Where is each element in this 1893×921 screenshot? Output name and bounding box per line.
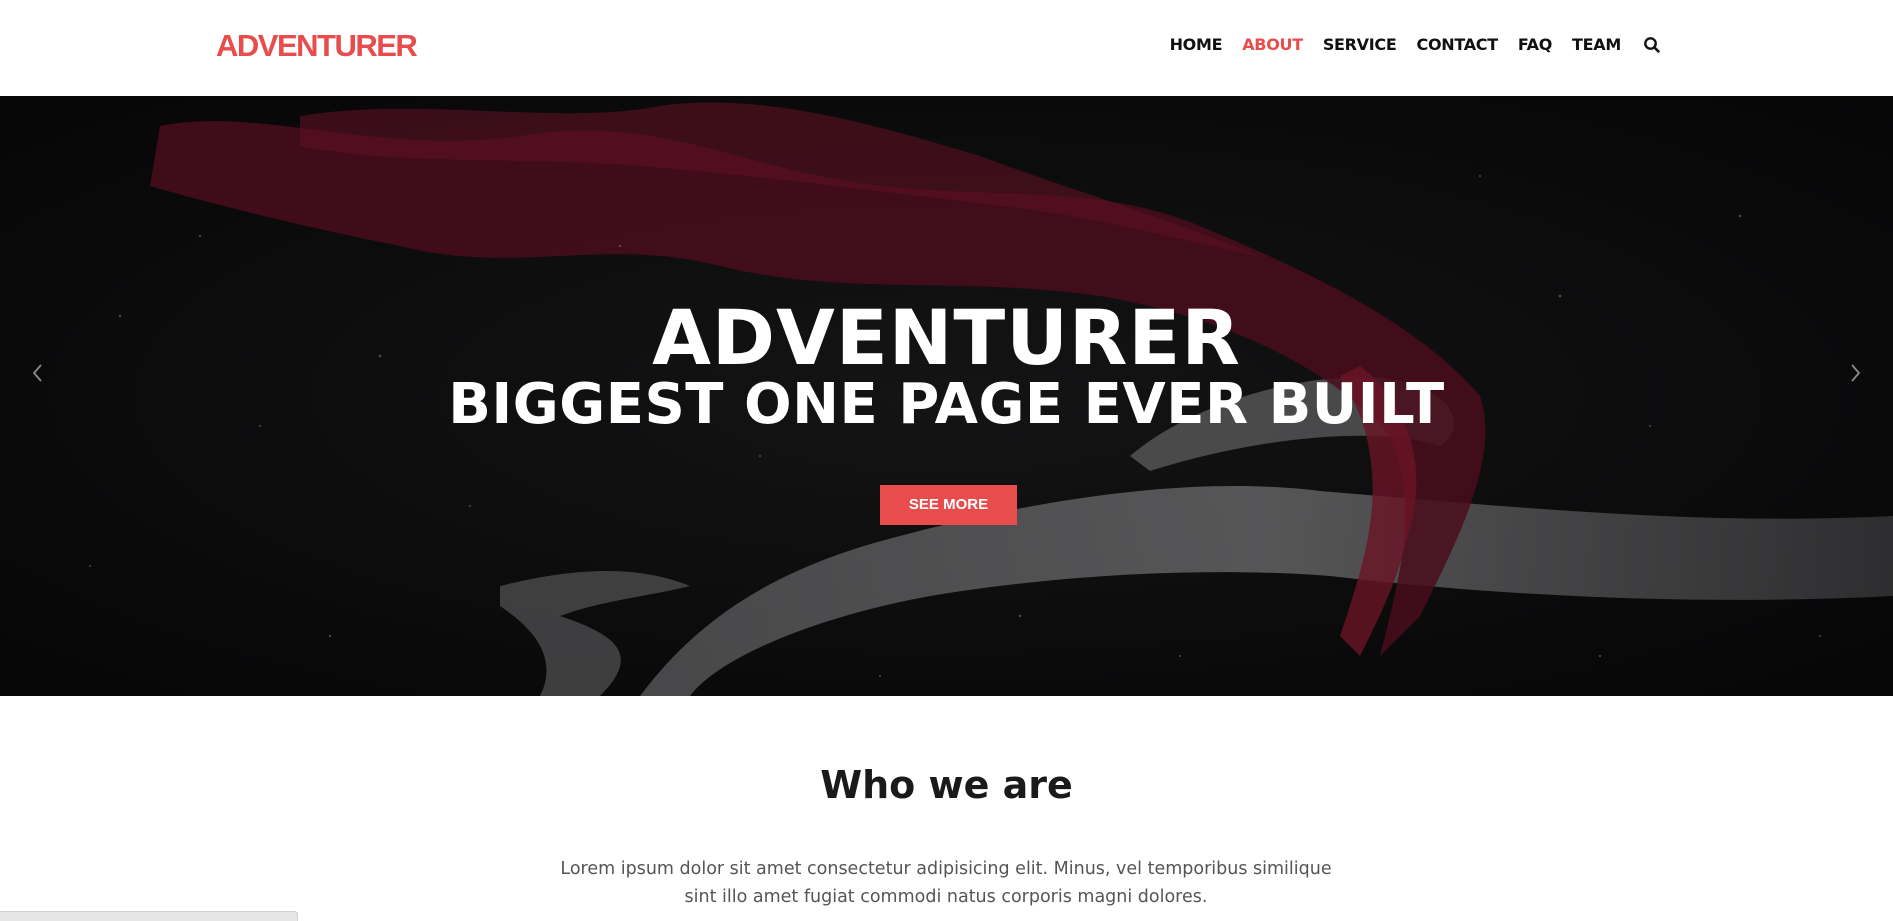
chevron-right-icon[interactable]: [1843, 358, 1867, 388]
nav-item-service[interactable]: SERVICE: [1323, 33, 1397, 57]
section-description: Lorem ipsum dolor sit amet consectetur a…: [560, 859, 1332, 907]
section-heading: Who we are: [820, 763, 1073, 807]
hero-subtitle: BIGGEST ONE PAGE EVER BUILT: [448, 372, 1445, 437]
nav-item-faq[interactable]: FAQ: [1518, 33, 1552, 57]
search-icon[interactable]: [1643, 36, 1661, 54]
main-nav: HOME ABOUT SERVICE CONTACT FAQ TEAM: [1150, 33, 1661, 57]
hero-slider: ADVENTURER BIGGEST ONE PAGE EVER BUILT S…: [0, 96, 1893, 696]
logo[interactable]: ADVENTURER: [216, 26, 418, 66]
nav-item-team[interactable]: TEAM: [1572, 33, 1621, 57]
nav-item-about[interactable]: ABOUT: [1242, 33, 1303, 57]
site-header: ADVENTURER HOME ABOUT SERVICE CONTACT FA…: [0, 0, 1893, 96]
chevron-left-icon[interactable]: [26, 358, 50, 388]
nav-item-contact[interactable]: CONTACT: [1417, 33, 1499, 57]
status-bar: [0, 911, 298, 921]
see-more-button[interactable]: SEE MORE: [880, 485, 1017, 525]
hero-title: ADVENTURER: [652, 293, 1241, 382]
nav-item-home[interactable]: HOME: [1170, 33, 1223, 57]
